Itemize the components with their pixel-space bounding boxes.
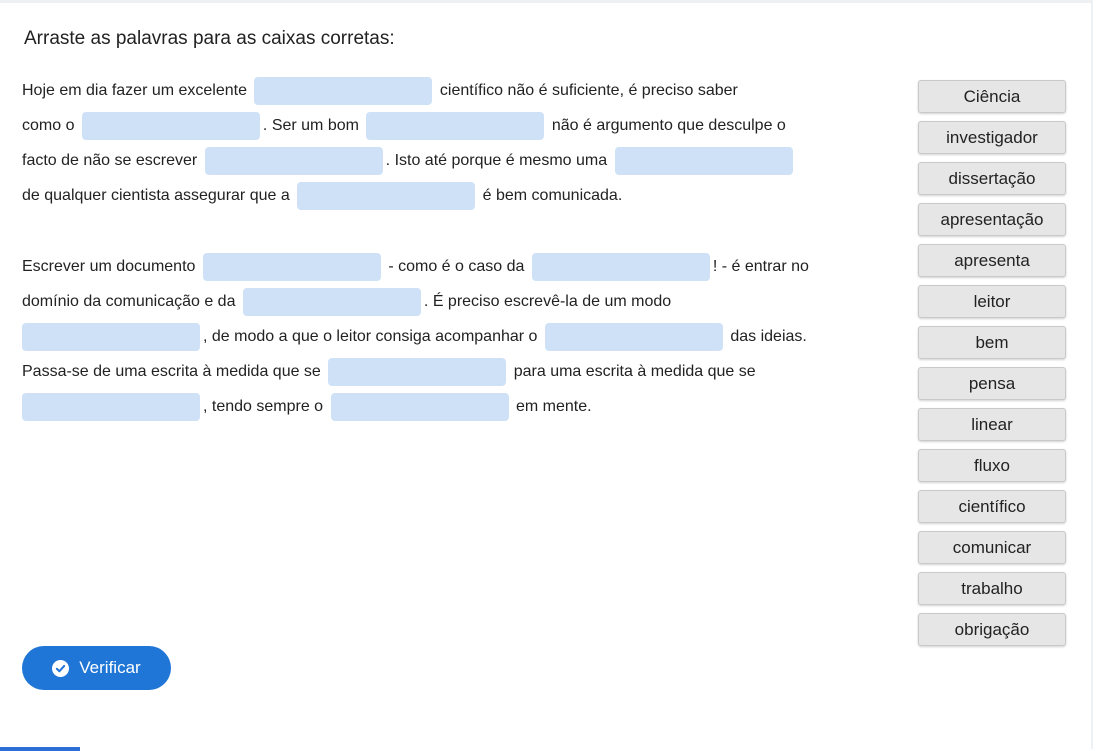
text-fragment: científico não é suficiente, é preciso s… <box>439 82 738 99</box>
verify-button[interactable]: Verificar <box>22 646 171 690</box>
word-bank: Ciência investigador dissertação apresen… <box>918 80 1068 654</box>
text-fragment: é bem comunicada. <box>482 187 623 204</box>
text-fragment: Hoje em dia fazer um excelente <box>22 82 247 99</box>
paragraph-2: Escrever um documento - como é o caso da… <box>22 249 912 424</box>
text-fragment: . É preciso escrevê-la de um modo <box>423 293 672 310</box>
drop-zone[interactable] <box>330 392 509 421</box>
text-fragment: , tendo sempre o <box>203 398 324 415</box>
draggable-word[interactable]: leitor <box>918 285 1066 318</box>
drop-zone[interactable] <box>204 146 383 175</box>
text-line: facto de não se escrever . Isto até porq… <box>22 143 912 178</box>
text-fragment: . Isto até porque é mesmo uma <box>385 152 608 169</box>
text-fragment: , de modo a que o leitor consiga acompan… <box>203 328 538 345</box>
drop-zone[interactable] <box>366 111 545 140</box>
text-fragment: - como é o caso da <box>388 258 525 275</box>
text-line: domínio da comunicação e da . É preciso … <box>22 284 912 319</box>
drop-zone[interactable] <box>242 287 421 316</box>
draggable-word[interactable]: comunicar <box>918 531 1066 564</box>
draggable-word[interactable]: fluxo <box>918 449 1066 482</box>
text-fragment: Escrever um documento <box>22 258 196 275</box>
text-fragment: não é argumento que desculpe o <box>551 117 786 134</box>
text-line: Passa-se de uma escrita à medida que se … <box>22 354 912 389</box>
text-fragment: facto de não se escrever <box>22 152 198 169</box>
bottom-scroll-indicator <box>0 747 80 751</box>
draggable-word[interactable]: bem <box>918 326 1066 359</box>
verify-label: Verificar <box>79 658 141 677</box>
instruction-title: Arraste as palavras para as caixas corre… <box>24 28 395 49</box>
text-fragment: como o <box>22 117 75 134</box>
draggable-word[interactable]: Ciência <box>918 80 1066 113</box>
drop-zone[interactable] <box>81 111 260 140</box>
drop-zone[interactable] <box>22 392 200 421</box>
text-line: Escrever um documento - como é o caso da… <box>22 249 912 284</box>
drop-zone[interactable] <box>531 252 710 281</box>
text-fragment: ! - é entrar no <box>712 258 809 275</box>
draggable-word[interactable]: científico <box>918 490 1066 523</box>
draggable-word[interactable]: apresentação <box>918 203 1066 236</box>
text-fragment: para uma escrita à medida que se <box>513 363 756 380</box>
draggable-word[interactable]: investigador <box>918 121 1066 154</box>
text-fragment: das ideias. <box>730 328 807 345</box>
text-line: , tendo sempre o em mente. <box>22 389 912 424</box>
draggable-word[interactable]: linear <box>918 408 1066 441</box>
text-line: como o . Ser um bom não é argumento que … <box>22 108 912 143</box>
drop-zone[interactable] <box>297 181 476 210</box>
drop-zone[interactable] <box>22 322 200 351</box>
text-fragment: em mente. <box>515 398 592 415</box>
drop-zone[interactable] <box>202 252 381 281</box>
text-line: de qualquer cientista assegurar que a é … <box>22 178 912 213</box>
text-line: , de modo a que o leitor consiga acompan… <box>22 319 912 354</box>
check-circle-icon <box>52 659 70 677</box>
drop-zone[interactable] <box>254 76 433 105</box>
text-line: Hoje em dia fazer um excelente científic… <box>22 73 912 108</box>
draggable-word[interactable]: obrigação <box>918 613 1066 646</box>
text-fragment: Passa-se de uma escrita à medida que se <box>22 363 321 380</box>
paragraph-1: Hoje em dia fazer um excelente científic… <box>22 73 912 213</box>
draggable-word[interactable]: trabalho <box>918 572 1066 605</box>
text-fragment: domínio da comunicação e da <box>22 293 236 310</box>
text-fragment: de qualquer cientista assegurar que a <box>22 187 290 204</box>
draggable-word[interactable]: pensa <box>918 367 1066 400</box>
draggable-word[interactable]: dissertação <box>918 162 1066 195</box>
text-fragment: . Ser um bom <box>262 117 359 134</box>
drop-zone[interactable] <box>614 146 793 175</box>
drop-zone[interactable] <box>328 357 507 386</box>
drop-zone[interactable] <box>544 322 723 351</box>
draggable-word[interactable]: apresenta <box>918 244 1066 277</box>
